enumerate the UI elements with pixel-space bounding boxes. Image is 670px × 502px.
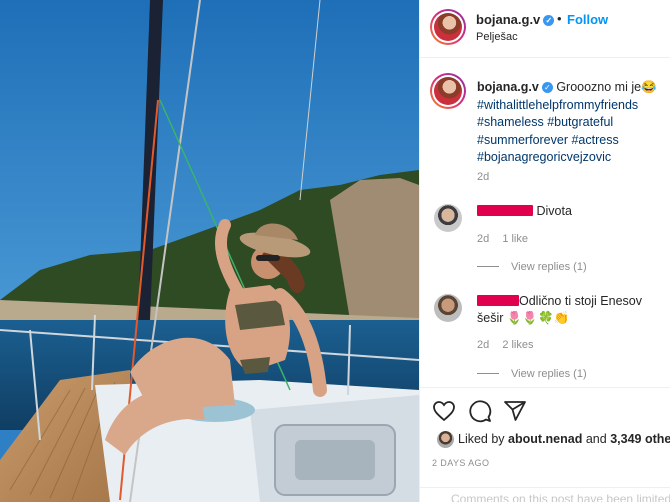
location-link[interactable]: Pelješac [476, 31, 518, 43]
caption-text: Grooozno mi je😂 [556, 80, 657, 94]
view-replies-button[interactable]: View replies (1) [477, 368, 587, 380]
caption-time: 2d [477, 171, 490, 183]
author-username[interactable]: bojana.g.v ✓ [476, 12, 555, 27]
heart-icon[interactable] [432, 399, 456, 423]
caption-username[interactable]: bojana.g.v [477, 80, 539, 94]
post-header: bojana.g.v ✓ • Follow Pelješac [420, 0, 670, 58]
hashtag-link[interactable]: #butgrateful [547, 115, 613, 129]
comments-limited-notice: Comments on this post have been limited. [451, 492, 670, 502]
post-actions: Liked by about.nenad and 3,349 others 2 … [420, 387, 670, 502]
liked-user-link[interactable]: about.nenad [508, 432, 582, 446]
comment-icon[interactable] [468, 399, 492, 423]
comment-likes[interactable]: 1 like [502, 233, 528, 245]
follow-button[interactable]: Follow [567, 12, 608, 27]
comment-text: Divota [536, 204, 572, 218]
comment-meta: 2d 2 likes [477, 339, 544, 351]
comment-body: Divota [477, 203, 667, 220]
reply-divider [477, 266, 499, 267]
verified-badge-icon: ✓ [541, 82, 553, 93]
reply-divider [477, 373, 499, 374]
redacted-username[interactable] [477, 205, 533, 216]
view-replies-label[interactable]: View replies (1) [511, 368, 587, 380]
hashtag-link[interactable]: #bojanagregoricvejzovic [477, 149, 667, 167]
hashtag-link[interactable]: #actress [571, 133, 618, 147]
verified-badge-icon: ✓ [543, 15, 555, 26]
comment-likes[interactable]: 2 likes [502, 339, 533, 351]
author-avatar[interactable] [430, 9, 466, 45]
liked-and: and [585, 432, 607, 446]
share-icon[interactable] [503, 399, 527, 423]
commenter-avatar[interactable] [434, 204, 462, 232]
hashtag-link[interactable]: #shameless [477, 115, 544, 129]
comment-meta: 2d 1 like [477, 233, 538, 245]
view-replies-label[interactable]: View replies (1) [511, 261, 587, 273]
liked-by-line[interactable]: Liked by about.nenad and 3,349 others [458, 432, 670, 446]
separator-dot: • [557, 11, 562, 26]
hashtag-link[interactable]: #summerforever [477, 133, 568, 147]
caption-avatar[interactable] [430, 73, 466, 109]
post-side-panel: bojana.g.v ✓ • Follow Pelješac bojana.g.v… [419, 0, 670, 502]
comment-body: Odlično ti stoji Enesov šešir 🌷🌷🍀👏 [477, 293, 667, 327]
view-replies-button[interactable]: View replies (1) [477, 261, 587, 273]
likes-count-link[interactable]: 3,349 others [610, 432, 670, 446]
comment-time: 2d [477, 233, 490, 245]
liker-avatar[interactable] [437, 431, 454, 448]
post-photo[interactable] [0, 0, 419, 502]
hashtag-link[interactable]: #withalittlehelpfrommyfriends [477, 97, 667, 115]
liked-prefix: Liked by [458, 432, 505, 446]
redacted-username[interactable] [477, 295, 519, 306]
comment-time: 2d [477, 339, 490, 351]
photo-illustration [0, 0, 419, 502]
username-text[interactable]: bojana.g.v [476, 12, 540, 27]
post-date: 2 DAYS AGO [432, 458, 490, 468]
post-caption: bojana.g.v ✓ Grooozno mi je😂 #withalittle… [477, 79, 667, 167]
commenter-avatar[interactable] [434, 294, 462, 322]
